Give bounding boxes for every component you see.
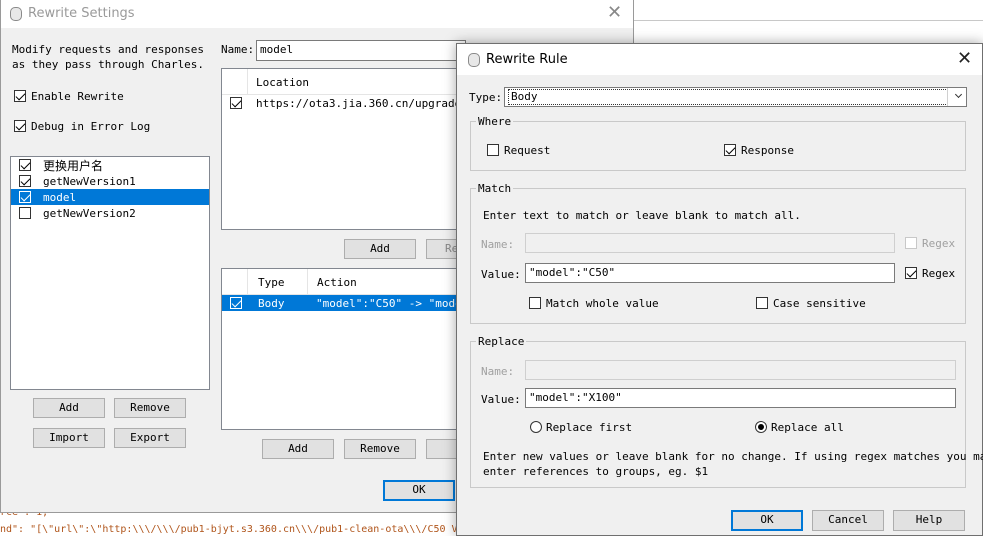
case-sensitive-label: Case sensitive [773,297,866,310]
replace-all-label: Replace all [771,421,844,434]
match-value-label: Value: [481,268,521,281]
replace-group: Replace Name: Value: "model":"X100" Repl… [470,335,983,488]
type-select[interactable]: Body [504,87,967,107]
rules-table[interactable]: Type Action Body "model":"C50" -> "model… [221,268,475,430]
set-label: model [43,191,77,204]
set-enabled-checkbox[interactable] [19,159,31,171]
location-column-header[interactable]: Location [256,76,309,89]
replace-first-label: Replace first [546,421,633,434]
add-rule-button[interactable]: Add [262,439,334,459]
debug-error-log-checkbox[interactable] [14,120,26,132]
list-item[interactable]: getNewVersion1 [11,173,209,189]
settings-description: Modify requests and responses as they pa… [12,43,205,71]
debug-error-log-label: Debug in Error Log [31,120,151,133]
replace-hint-line1: Enter new values or leave blank for no c… [483,450,983,463]
add-location-button[interactable]: Add [344,239,416,259]
location-url: https://ota3.jia.360.cn/upgrade/ge [256,97,482,110]
type-column-header[interactable]: Type [258,276,285,289]
rules-header-check-col [222,269,248,295]
column-divider [307,269,308,295]
select-divider [947,88,948,106]
set-label: getNewVersion2 [43,207,136,220]
export-button[interactable]: Export [114,428,186,448]
match-whole-value-label: Match whole value [546,297,659,310]
settings-ok-button[interactable]: OK [383,480,455,501]
rule-help-button[interactable]: Help [893,510,965,531]
rule-ok-button[interactable]: OK [731,510,803,531]
rule-action-cell: "model":"C50" -> "model" [316,297,475,310]
set-enabled-checkbox[interactable] [19,175,31,187]
remove-rule-button[interactable]: Remove [344,439,416,459]
replace-value-input[interactable]: "model":"X100" [525,388,956,408]
replace-value-label: Value: [481,393,521,406]
rules-header: Type Action [222,269,460,295]
remove-set-button[interactable]: Remove [114,398,186,418]
replace-hint-line2: enter references to groups, eg. $1 [483,465,709,478]
background-divider [630,20,983,21]
replace-all-radio[interactable] [755,421,767,433]
match-value-input[interactable]: "model":"C50" [525,263,895,283]
rule-enabled-checkbox[interactable] [230,297,242,309]
replace-first-radio[interactable] [530,421,542,433]
locations-header: Location [222,69,460,95]
response-label: Response [741,144,794,157]
replace-name-input[interactable] [525,360,956,380]
response-checkbox[interactable] [724,144,736,156]
rule-titlebar: Rewrite Rule ✕ [457,44,982,75]
table-row-selected[interactable]: Body "model":"C50" -> "model" [222,295,475,311]
name-label: Name: [221,43,255,56]
match-name-regex-label: Regex [922,237,956,250]
rule-cancel-button[interactable]: Cancel [812,510,884,531]
where-legend: Where [476,115,514,128]
replace-legend: Replace [476,335,527,348]
enable-rewrite-checkbox[interactable] [14,90,26,102]
settings-window-title: Rewrite Settings [28,6,135,21]
rewrite-rule-dialog: Rewrite Rule ✕ Type: Body Where Request … [456,43,983,536]
rule-close-icon[interactable]: ✕ [957,50,972,68]
match-whole-value-checkbox[interactable] [529,297,541,309]
request-label: Request [504,144,551,157]
rule-type-cell: Body [258,297,285,310]
list-item[interactable]: getNewVersion2 [11,205,209,221]
where-group: Where Request Response [470,115,966,171]
match-value-regex-checkbox[interactable] [905,267,917,279]
import-button[interactable]: Import [33,428,105,448]
set-label: 更换用户名 [43,159,104,173]
match-value-regex-label: Regex [922,267,956,280]
add-set-button[interactable]: Add [33,398,105,418]
type-select-value: Body [508,89,948,105]
settings-close-icon[interactable]: ✕ [607,4,622,22]
match-group: Match Enter text to match or leave blank… [470,182,966,324]
rewrite-sets-list[interactable]: 更换用户名 getNewVersion1 model getNewVersion… [10,156,210,390]
locations-header-check-col [222,69,248,95]
charles-app-icon [468,53,480,67]
request-checkbox[interactable] [487,144,499,156]
match-name-input[interactable] [525,233,895,253]
set-enabled-checkbox[interactable] [19,191,31,203]
action-column-header[interactable]: Action [317,276,357,289]
set-enabled-checkbox[interactable] [19,207,31,219]
type-label: Type: [469,91,503,104]
set-label: getNewVersion1 [43,175,136,188]
table-row[interactable]: https://ota3.jia.360.cn/upgrade/ge [222,95,481,111]
match-legend: Match [476,182,514,195]
locations-table[interactable]: Location https://ota3.jia.360.cn/upgrade… [221,68,481,230]
chevron-down-icon [954,90,963,99]
list-item[interactable]: 更换用户名 [11,157,209,173]
enable-rewrite-label: Enable Rewrite [31,90,124,103]
match-name-regex-checkbox[interactable] [905,237,917,249]
match-name-label: Name: [481,238,515,251]
replace-name-label: Name: [481,365,515,378]
background-text-line: nd": "[\"url\":\"http:\\\/\\\/pub1-bjyt.… [0,524,458,535]
rule-dialog-title: Rewrite Rule [486,52,568,67]
location-enabled-checkbox[interactable] [230,97,242,109]
set-name-input[interactable]: model [256,40,466,61]
match-hint: Enter text to match or leave blank to ma… [483,209,801,222]
case-sensitive-checkbox[interactable] [756,297,768,309]
charles-app-icon [10,7,22,21]
list-item-selected[interactable]: model [11,189,209,205]
settings-titlebar: Rewrite Settings ✕ [1,0,633,28]
